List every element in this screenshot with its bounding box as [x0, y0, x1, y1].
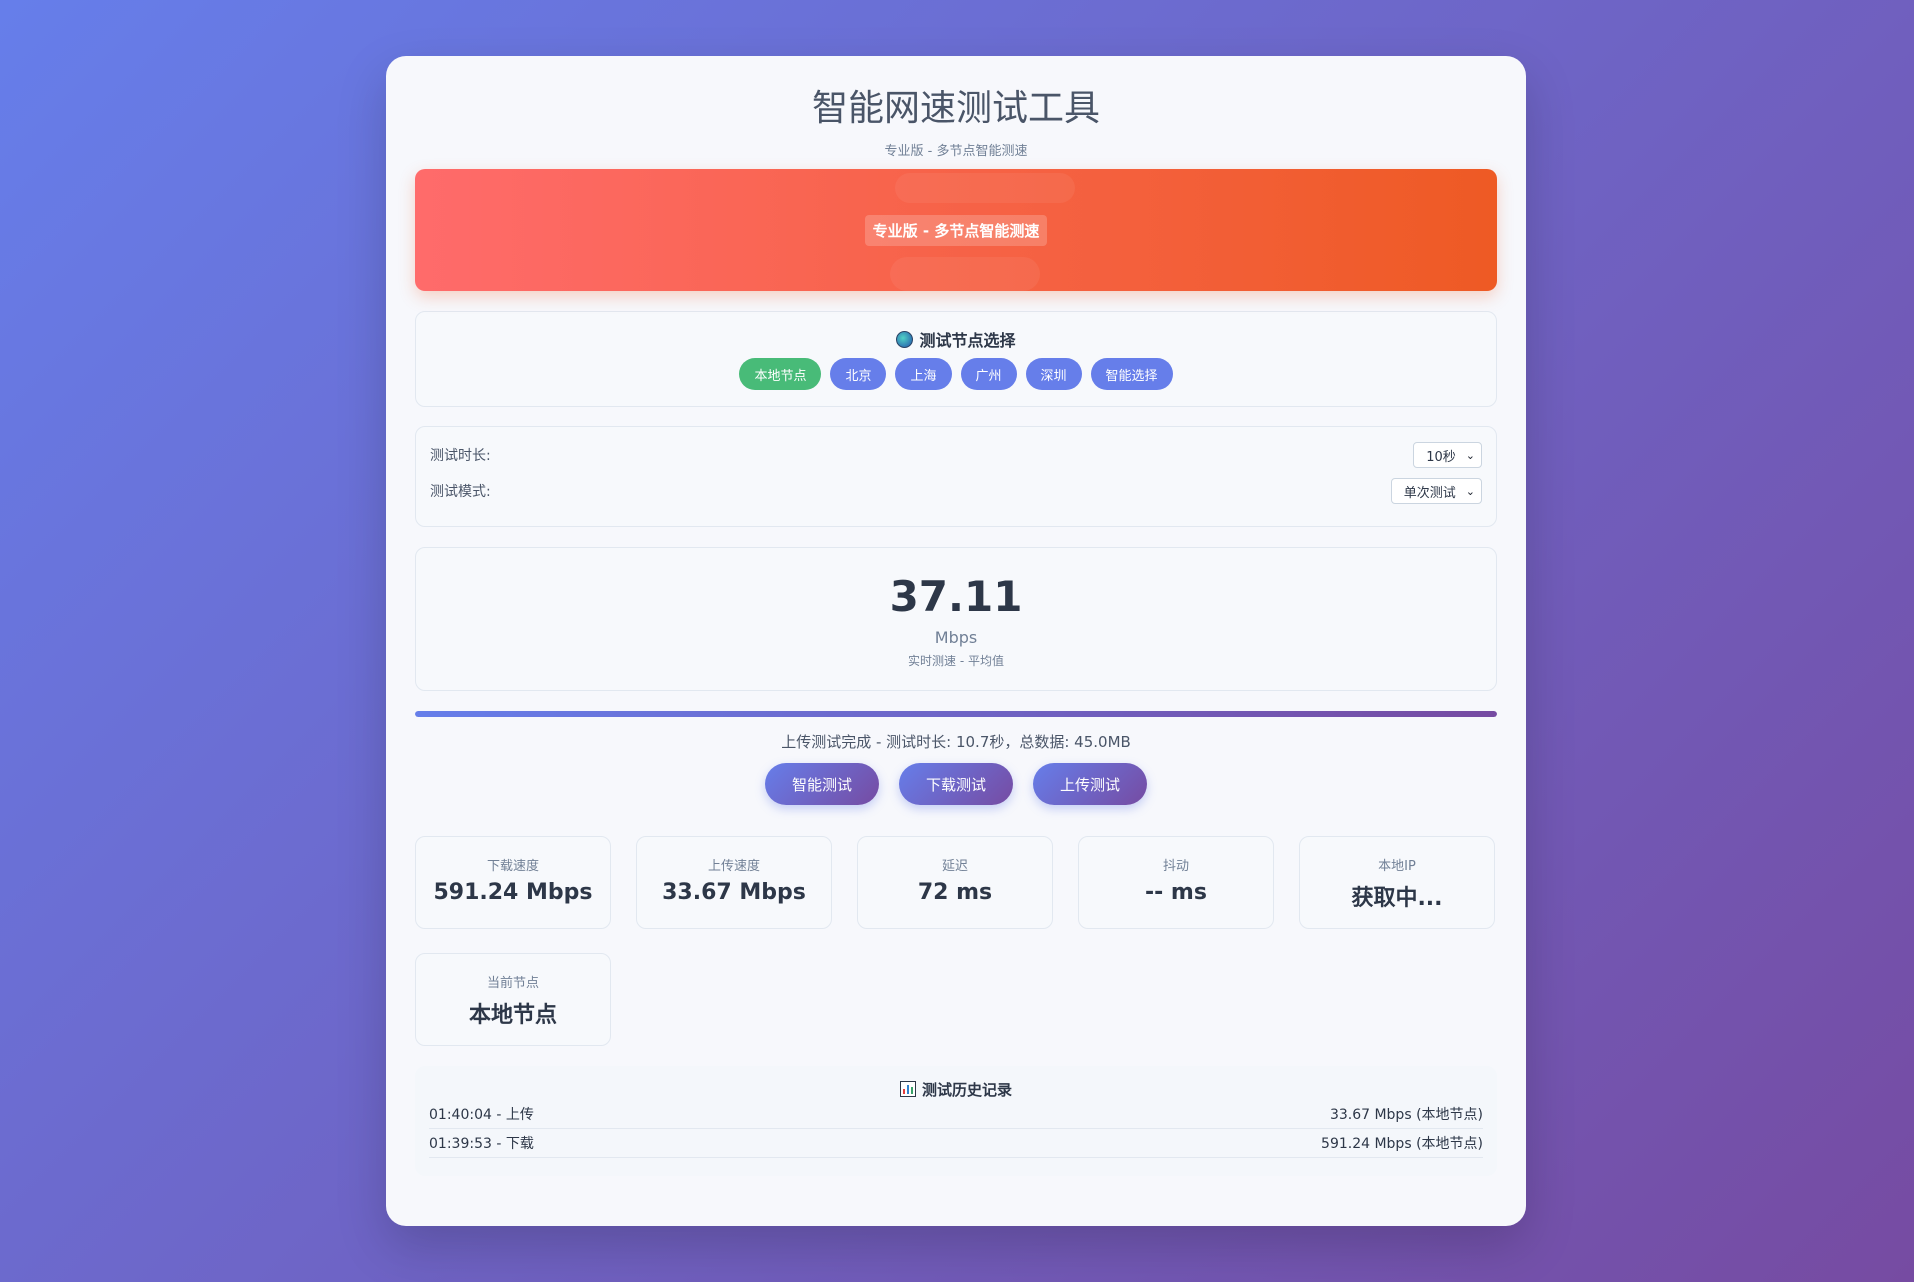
globe-icon — [896, 330, 914, 348]
stat-upload: 上传速度 33.67 Mbps — [636, 836, 832, 929]
stat-download: 下载速度 591.24 Mbps — [415, 836, 611, 929]
settings-panel: 测试时长: 10秒 ⌄ 测试模式: 单次测试 ⌄ — [415, 426, 1497, 527]
stat-label: 延迟 — [941, 859, 968, 874]
mode-setting: 测试模式: 单次测试 ⌄ — [430, 477, 1482, 505]
banner-decoration — [895, 173, 1075, 203]
node-button-beijing[interactable]: 北京 — [830, 358, 887, 390]
download-test-button[interactable]: 下载测试 — [898, 763, 1013, 805]
bar-chart-icon — [899, 1081, 916, 1097]
stats-grid: 下载速度 591.24 Mbps 上传速度 33.67 Mbps 延迟 72 m… — [415, 836, 1497, 1046]
mode-label: 测试模式: — [430, 484, 491, 500]
stat-label: 抖动 — [1162, 859, 1189, 874]
node-selector: 测试节点选择 本地节点 北京 上海 广州 深圳 智能选择 — [415, 311, 1497, 407]
banner-label: 专业版 - 多节点智能测速 — [864, 214, 1048, 246]
banner-decoration — [890, 257, 1040, 291]
page-subtitle: 专业版 - 多节点智能测速 — [884, 144, 1028, 159]
node-selector-label: 测试节点选择 — [919, 331, 1016, 350]
stat-current-node: 当前节点 本地节点 — [415, 953, 611, 1046]
stat-label: 上传速度 — [707, 859, 760, 874]
promo-banner: 专业版 - 多节点智能测速 — [415, 169, 1497, 291]
progress-bar — [415, 711, 1497, 717]
speed-value: 37.11 — [889, 572, 1023, 621]
action-buttons: 智能测试 下载测试 上传测试 — [415, 763, 1497, 805]
stat-value: 获取中... — [1351, 886, 1443, 911]
stat-value: 591.24 Mbps — [433, 880, 593, 905]
chevron-down-icon: ⌄ — [1465, 484, 1475, 498]
stat-jitter: 抖动 -- ms — [1078, 836, 1274, 929]
duration-setting: 测试时长: 10秒 ⌄ — [430, 441, 1482, 469]
stat-value: -- ms — [1145, 880, 1207, 905]
history-row: 01:40:04 - 上传 33.67 Mbps (本地节点) — [429, 1100, 1483, 1129]
node-selector-title: 测试节点选择 — [416, 328, 1496, 350]
chevron-down-icon: ⌄ — [1465, 448, 1475, 462]
node-button-local[interactable]: 本地节点 — [739, 358, 822, 390]
duration-value: 10秒 — [1426, 449, 1456, 465]
stat-label: 下载速度 — [486, 859, 539, 874]
duration-label: 测试时长: — [430, 448, 491, 464]
speed-unit: Mbps — [934, 628, 978, 647]
stat-value: 72 ms — [917, 880, 993, 905]
speed-label: 实时测速 - 平均值 — [908, 654, 1004, 668]
progress-fill — [415, 711, 1497, 717]
upload-test-button[interactable]: 上传测试 — [1033, 763, 1148, 805]
history-row-left: 01:40:04 - 上传 — [429, 1107, 534, 1123]
history-title-label: 测试历史记录 — [921, 1080, 1012, 1099]
stat-label: 当前节点 — [486, 976, 539, 991]
stat-label: 本地IP — [1378, 859, 1416, 874]
speed-display: 37.11 Mbps 实时测速 - 平均值 — [415, 547, 1497, 691]
node-button-guangzhou[interactable]: 广州 — [960, 358, 1017, 390]
history-row: 01:39:53 - 下载 591.24 Mbps (本地节点) — [429, 1129, 1483, 1158]
smart-test-button[interactable]: 智能测试 — [764, 763, 879, 805]
node-list: 本地节点 北京 上海 广州 深圳 智能选择 — [416, 358, 1496, 390]
stat-value: 本地节点 — [468, 1003, 557, 1028]
history-title: 测试历史记录 — [429, 1078, 1483, 1100]
stat-value: 33.67 Mbps — [662, 880, 806, 905]
history-row-right: 33.67 Mbps (本地节点) — [1329, 1107, 1483, 1123]
node-button-shanghai[interactable]: 上海 — [895, 358, 952, 390]
speedtest-card: 智能网速测试工具 专业版 - 多节点智能测速 专业版 - 多节点智能测速 测试节… — [386, 56, 1526, 1226]
history-row-right: 591.24 Mbps (本地节点) — [1321, 1136, 1483, 1152]
mode-value: 单次测试 — [1403, 485, 1456, 501]
node-button-smart[interactable]: 智能选择 — [1090, 358, 1173, 390]
mode-select[interactable]: 单次测试 ⌄ — [1390, 478, 1482, 504]
stat-latency: 延迟 72 ms — [857, 836, 1053, 929]
status-text: 上传测试完成 - 测试时长: 10.7秒，总数据: 45.0MB — [781, 733, 1131, 751]
duration-select[interactable]: 10秒 ⌄ — [1413, 442, 1482, 468]
history-row-left: 01:39:53 - 下载 — [429, 1136, 534, 1152]
page-title: 智能网速测试工具 — [811, 88, 1100, 129]
history-panel: 测试历史记录 01:40:04 - 上传 33.67 Mbps (本地节点) 0… — [415, 1066, 1497, 1176]
node-button-shenzhen[interactable]: 深圳 — [1025, 358, 1082, 390]
stat-local-ip: 本地IP 获取中... — [1299, 836, 1495, 929]
